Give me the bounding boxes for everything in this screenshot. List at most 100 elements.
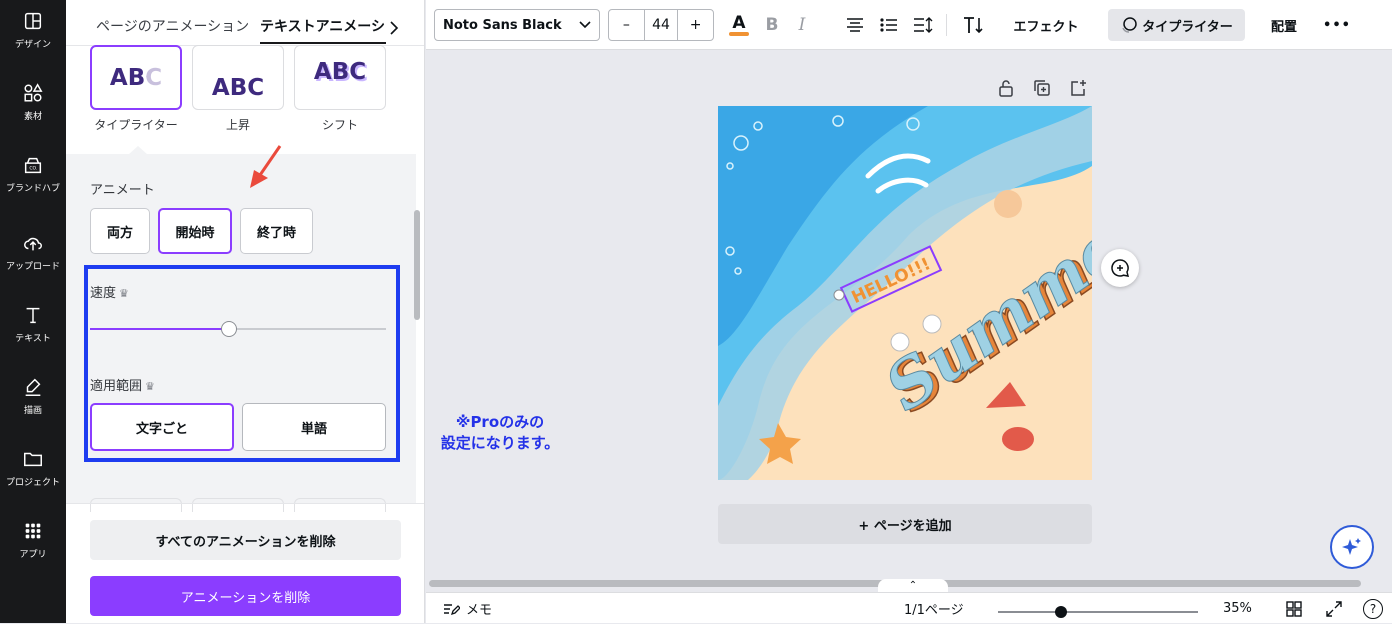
scope-word-button[interactable]: 単語 xyxy=(242,403,386,451)
bold-button[interactable]: B xyxy=(760,9,784,41)
text-orientation-icon xyxy=(964,17,983,34)
brand-hub-icon: CO. xyxy=(24,157,42,174)
grid-view-button[interactable] xyxy=(1286,593,1302,624)
crown-icon: ♛ xyxy=(145,380,155,393)
grid-view-icon xyxy=(1286,600,1302,617)
animate-typewriter-button[interactable]: タイプライター xyxy=(1108,9,1245,41)
pro-only-note: ※Proのみの 設定になります。 xyxy=(430,412,570,454)
rail-item-projects[interactable]: プロジェクト xyxy=(0,438,66,498)
position-button[interactable]: 配置 xyxy=(1262,9,1306,41)
fullscreen-button[interactable] xyxy=(1326,593,1342,624)
speed-slider-track[interactable] xyxy=(90,328,386,330)
typewriter-label: タイプライター xyxy=(1142,19,1233,35)
scope-character-button[interactable]: 文字ごと xyxy=(90,403,234,451)
add-page-icon[interactable] xyxy=(1069,79,1087,97)
tab-page-animation[interactable]: ページのアニメーション xyxy=(96,10,249,44)
rail-item-apps[interactable]: アプリ xyxy=(0,510,66,570)
vertical-text-button[interactable] xyxy=(958,9,988,41)
spacing-button[interactable] xyxy=(910,9,936,41)
speed-slider-thumb[interactable] xyxy=(221,321,238,337)
status-bar: メモ 1/1ページ 35% ? xyxy=(426,592,1392,623)
animate-start-button[interactable]: 開始時 xyxy=(158,208,232,254)
delete-animation-button[interactable]: アニメーションを削除 xyxy=(90,576,401,616)
svg-text:CO.: CO. xyxy=(29,166,37,172)
help-button[interactable]: ? xyxy=(1363,593,1383,624)
tile-label: タイプライター xyxy=(94,118,178,132)
zoom-slider-track[interactable] xyxy=(998,611,1198,613)
canvas-area: Summer Summer HELLO!!! ※Proのみの 設定になります。 … xyxy=(426,51,1392,579)
notes-button[interactable]: メモ xyxy=(442,593,492,624)
more-options-button[interactable]: ••• xyxy=(1322,9,1352,41)
delete-all-animations-button[interactable]: すべてのアニメーションを削除 xyxy=(90,520,401,560)
draw-icon xyxy=(25,378,41,396)
anim-tile-shift[interactable]: ABC xyxy=(294,45,386,110)
rail-item-label: アップロード xyxy=(5,262,60,272)
scope-label-text: 適用範囲 xyxy=(90,379,143,394)
font-size-input[interactable]: 44 xyxy=(643,10,679,40)
chevron-down-icon xyxy=(579,21,591,29)
decrease-size-button[interactable]: – xyxy=(609,10,644,40)
lock-icon[interactable] xyxy=(997,79,1015,97)
rail-item-label: ブランドハブ xyxy=(5,184,60,194)
tile-label: シフト xyxy=(321,118,358,132)
notes-label: メモ xyxy=(466,603,493,618)
more-tile-peek xyxy=(294,498,386,512)
summer-beach-artwork: Summer Summer HELLO!!! xyxy=(718,106,1092,480)
rail-item-label: アプリ xyxy=(19,550,47,560)
effects-button[interactable]: エフェクト xyxy=(1004,9,1088,41)
rail-item-draw[interactable]: 描画 xyxy=(0,366,66,426)
design-page[interactable]: Summer Summer HELLO!!! xyxy=(718,106,1092,480)
align-button[interactable] xyxy=(842,9,868,41)
rail-item-label: プロジェクト xyxy=(5,478,60,488)
page-count[interactable]: 1/1ページ xyxy=(904,593,964,624)
zoom-percent[interactable]: 35% xyxy=(1223,593,1252,624)
duplicate-page-icon[interactable] xyxy=(1033,79,1051,97)
bullet-list-icon xyxy=(880,18,897,32)
rail-item-elements[interactable]: 素材 xyxy=(0,72,66,132)
note-line: ※Proのみの xyxy=(455,413,545,431)
layout-icon xyxy=(24,12,42,30)
add-page-button[interactable]: + ページを追加 xyxy=(718,504,1092,544)
collapse-pages-tab[interactable]: ⌃ xyxy=(878,579,948,593)
text-icon xyxy=(26,307,40,324)
divider xyxy=(66,503,424,504)
rail-item-uploads[interactable]: アップロード xyxy=(0,222,66,282)
more-tile-peek xyxy=(192,498,284,512)
animate-both-button[interactable]: 両方 xyxy=(90,208,150,254)
comment-plus-icon xyxy=(1111,259,1130,277)
red-arrow-annotation xyxy=(250,145,282,188)
rail-item-design[interactable]: デザイン xyxy=(0,0,66,60)
increase-size-button[interactable]: + xyxy=(678,10,713,40)
rail-item-label: 素材 xyxy=(23,112,42,122)
text-color-button[interactable]: A xyxy=(726,9,752,41)
tile-preview: ABC xyxy=(109,64,163,91)
upload-cloud-icon xyxy=(24,237,42,251)
tile-label: 上昇 xyxy=(225,118,250,132)
crown-icon: ♛ xyxy=(119,287,129,300)
apps-grid-icon xyxy=(25,523,41,539)
align-center-icon xyxy=(847,18,863,32)
folder-icon xyxy=(24,452,42,467)
tile-preview: ABC xyxy=(313,58,367,85)
panel-scrollbar[interactable] xyxy=(414,210,420,320)
anim-tile-typewriter[interactable]: ABC xyxy=(90,45,182,110)
font-selector[interactable]: Noto Sans Black xyxy=(434,9,600,41)
zoom-slider-thumb[interactable] xyxy=(1055,606,1067,618)
font-size-stepper: – 44 + xyxy=(608,9,714,41)
list-button[interactable] xyxy=(876,9,902,41)
font-name: Noto Sans Black xyxy=(443,17,562,33)
anim-tile-rise[interactable]: ABC xyxy=(192,45,284,110)
tab-text-animation[interactable]: テキストアニメーション xyxy=(260,10,386,44)
rail-item-brand-hub[interactable]: CO. ブランドハブ xyxy=(0,144,66,204)
chevron-right-icon[interactable] xyxy=(388,20,400,36)
scope-label: 適用範囲 ♛ xyxy=(90,375,155,394)
add-comment-button[interactable] xyxy=(1101,249,1139,287)
pointer-caret xyxy=(128,146,148,155)
rail-item-text[interactable]: テキスト xyxy=(0,294,66,354)
notes-icon xyxy=(444,603,460,615)
sparkle-icon xyxy=(1342,538,1361,555)
magic-assistant-button[interactable] xyxy=(1330,525,1374,569)
rail-item-label: 描画 xyxy=(23,406,42,416)
animate-end-button[interactable]: 終了時 xyxy=(240,208,313,254)
italic-button[interactable]: I xyxy=(790,9,814,41)
